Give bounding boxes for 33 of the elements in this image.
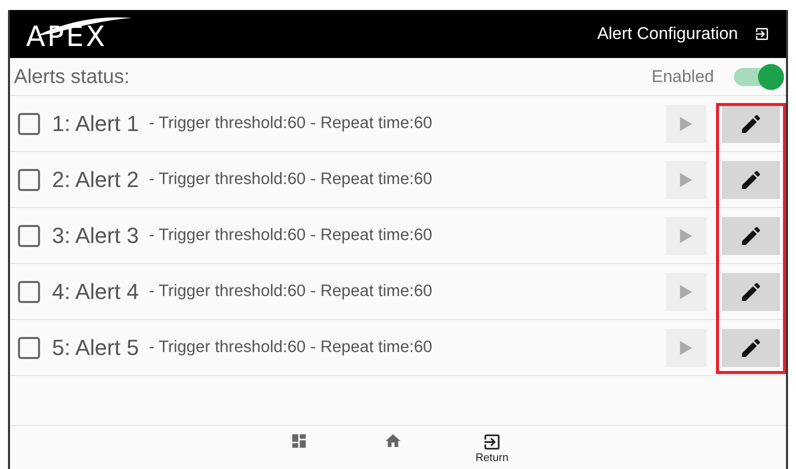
home-icon xyxy=(384,432,402,450)
status-text: Enabled xyxy=(652,66,714,88)
exit-icon xyxy=(482,432,502,452)
alert-name: 5: Alert 5 xyxy=(52,334,139,362)
alert-name: 1: Alert 1 xyxy=(52,110,139,138)
alert-name: 3: Alert 3 xyxy=(52,222,139,250)
alert-details: - Trigger threshold:60 - Repeat time:60 xyxy=(148,169,432,190)
play-icon xyxy=(680,340,692,354)
screen-title: Alert Configuration xyxy=(597,23,738,46)
alert-checkbox[interactable] xyxy=(18,280,40,302)
alert-details: - Trigger threshold:60 - Repeat time:60 xyxy=(148,281,432,302)
alert-checkbox[interactable] xyxy=(18,112,40,134)
edit-button[interactable] xyxy=(722,104,780,142)
alert-details: - Trigger threshold:60 - Repeat time:60 xyxy=(148,113,432,134)
play-icon xyxy=(680,228,692,242)
alert-name: 4: Alert 4 xyxy=(52,278,139,306)
play-icon xyxy=(680,284,692,298)
edit-button[interactable] xyxy=(722,272,780,310)
alert-details: - Trigger threshold:60 - Repeat time:60 xyxy=(148,225,432,246)
alerts-status-label: Alerts status: xyxy=(14,64,130,90)
play-icon xyxy=(680,172,692,186)
dashboard-icon xyxy=(290,432,308,450)
edit-button[interactable] xyxy=(722,328,780,366)
alert-details: - Trigger threshold:60 - Repeat time:60 xyxy=(148,337,432,358)
exit-icon xyxy=(754,26,770,42)
nav-item[interactable]: Return xyxy=(475,432,509,465)
edit-button[interactable] xyxy=(722,160,780,198)
play-icon xyxy=(680,116,692,130)
alert-checkbox[interactable] xyxy=(18,168,40,190)
alert-checkbox[interactable] xyxy=(18,336,40,358)
edit-button[interactable] xyxy=(722,216,780,254)
alert-name: 2: Alert 2 xyxy=(52,166,139,194)
alert-checkbox[interactable] xyxy=(18,224,40,246)
